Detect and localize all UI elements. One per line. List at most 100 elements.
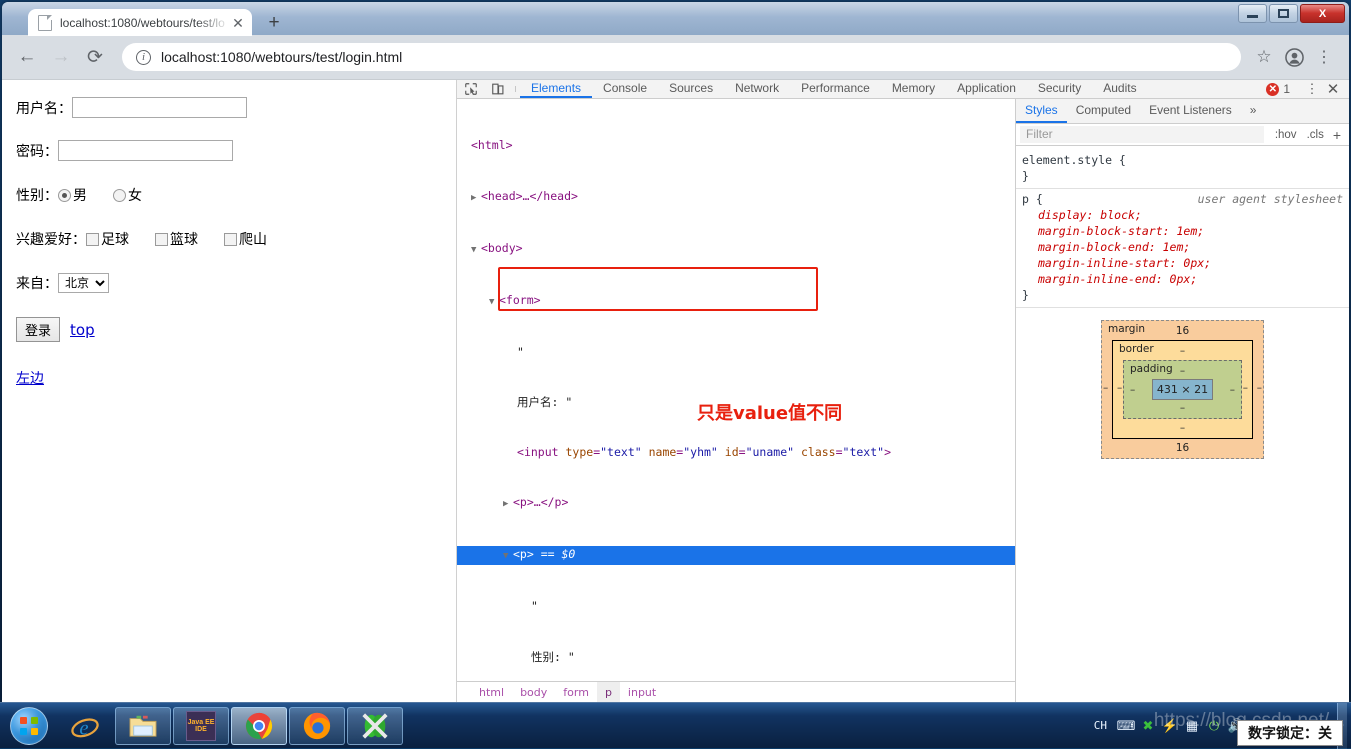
xmind-tray-icon[interactable]: ✖ [1137, 718, 1159, 734]
style-rule[interactable]: p { user agent stylesheet display: block… [1016, 189, 1349, 308]
dom-line[interactable]: ▼<body> [457, 240, 1015, 259]
bookmark-star-icon[interactable]: ☆ [1249, 42, 1279, 72]
network-tray-icon[interactable]: ▦ [1181, 718, 1203, 734]
devtools-tab-console[interactable]: Console [592, 80, 658, 98]
devtools-tab-memory[interactable]: Memory [881, 80, 946, 98]
start-button[interactable] [2, 705, 56, 747]
devtools-tab-performance[interactable]: Performance [790, 80, 881, 98]
styles-tab-event-listeners[interactable]: Event Listeners [1140, 99, 1241, 123]
styles-tab-computed[interactable]: Computed [1067, 99, 1140, 123]
style-declaration[interactable]: display: block; [1022, 207, 1343, 223]
box-model-border[interactable]: border – padding – – 431 × 21 [1112, 340, 1253, 439]
expand-triangle-icon[interactable]: ▶ [471, 190, 481, 207]
breadcrumb-item-body[interactable]: body [512, 682, 555, 703]
hobby-checkbox-climbing[interactable] [224, 233, 237, 246]
left-link[interactable]: 左边 [16, 368, 44, 388]
hobby-checkbox-football[interactable] [86, 233, 99, 246]
breadcrumb-item-html[interactable]: html [471, 682, 512, 703]
taskbar-item-xmind[interactable] [347, 707, 403, 745]
hobby-checkbox-basketball[interactable] [155, 233, 168, 246]
collapse-triangle-icon[interactable]: ▼ [489, 294, 499, 311]
forward-button[interactable]: → [46, 42, 76, 72]
devtools-tab-security[interactable]: Security [1027, 80, 1092, 98]
box-model-margin-bottom[interactable]: 16 [1108, 442, 1257, 454]
back-button[interactable]: ← [12, 42, 42, 72]
tab-close-icon[interactable]: ✕ [230, 15, 246, 31]
address-bar[interactable]: i localhost:1080/webtours/test/login.htm… [122, 43, 1241, 71]
box-model-content-size[interactable]: 431 × 21 [1152, 379, 1213, 400]
collapse-triangle-icon[interactable]: ▼ [471, 242, 481, 259]
thunder-tray-icon[interactable]: ⚡ [1159, 718, 1181, 734]
login-button[interactable]: 登录 [16, 317, 60, 342]
chrome-menu-icon[interactable]: ⋮ [1309, 42, 1339, 72]
taskbar-item-eclipse-javaee-ide[interactable]: Java EE IDE [173, 707, 229, 745]
dom-line[interactable]: ▶<p>…</p> [457, 494, 1015, 513]
dom-line[interactable]: 性别: " [457, 649, 1015, 666]
dom-line[interactable]: <input type="text" name="yhm" id="uname"… [457, 444, 1015, 461]
keyboard-icon[interactable]: ⌨ [1115, 718, 1137, 734]
box-model-margin-right[interactable]: – [1257, 382, 1262, 394]
style-rule-selector[interactable]: element.style { [1022, 152, 1126, 168]
styles-filter-input[interactable]: Filter [1020, 126, 1264, 143]
style-declaration[interactable]: margin-inline-end: 0px; [1022, 271, 1343, 287]
taskbar-item-firefox[interactable] [289, 707, 345, 745]
new-tab-button[interactable]: + [264, 14, 284, 34]
device-toolbar-icon[interactable] [484, 80, 511, 98]
profile-avatar-icon[interactable] [1279, 42, 1309, 72]
window-maximize-button[interactable] [1269, 4, 1298, 23]
box-model-padding-bottom[interactable]: – [1130, 402, 1235, 414]
devtools-tab-audits[interactable]: Audits [1092, 80, 1147, 98]
dom-line[interactable]: <html> [457, 137, 1015, 154]
window-close-button[interactable]: X [1300, 4, 1345, 23]
box-model-padding-right[interactable]: – [1230, 384, 1235, 396]
reload-button[interactable]: ⟳ [80, 42, 110, 72]
collapse-triangle-icon[interactable]: ▼ [503, 548, 513, 565]
ime-indicator[interactable]: CH [1086, 719, 1115, 732]
style-declaration[interactable]: margin-block-start: 1em; [1022, 223, 1343, 239]
from-select[interactable]: 北京 [58, 273, 109, 293]
box-model-border-right[interactable]: – [1243, 382, 1248, 394]
styles-tab-more-icon[interactable]: » [1241, 99, 1266, 123]
new-style-rule-button[interactable]: + [1329, 127, 1345, 143]
gender-radio-female[interactable] [113, 189, 126, 202]
dom-tree[interactable]: <html> ▶<head>…</head> ▼<body> ▼<form> "… [457, 99, 1015, 681]
devtools-tab-application[interactable]: Application [946, 80, 1027, 98]
devtools-tab-network[interactable]: Network [724, 80, 790, 98]
sync-tray-icon[interactable]: ⏻ [1203, 718, 1225, 734]
box-model-border-left[interactable]: – [1117, 382, 1122, 394]
devtools-tab-elements[interactable]: Elements [520, 80, 592, 98]
style-declaration[interactable]: margin-inline-start: 0px; [1022, 255, 1343, 271]
style-declaration[interactable]: margin-block-end: 1em; [1022, 239, 1343, 255]
browser-tab[interactable]: localhost:1080/webtours/test/lo ✕ [28, 9, 252, 36]
username-input[interactable] [72, 97, 247, 118]
box-model-margin[interactable]: margin 16 border – padding – [1101, 320, 1264, 459]
taskbar-item-internet-explorer[interactable]: e [57, 707, 113, 745]
box-model-margin-left[interactable]: – [1103, 382, 1108, 394]
expand-triangle-icon[interactable]: ▶ [503, 496, 513, 513]
top-link[interactable]: top [70, 321, 95, 339]
hov-toggle-button[interactable]: :hov [1270, 129, 1302, 141]
error-count-badge[interactable]: ✕ 1 [1266, 82, 1298, 96]
box-model-border-bottom[interactable]: – [1119, 422, 1246, 434]
devtools-more-icon[interactable]: ⋮ [1303, 81, 1321, 97]
dom-line-selected[interactable]: ⋯▼<p> == $0 [457, 546, 1015, 565]
dom-line[interactable]: ▼<form> [457, 292, 1015, 311]
breadcrumb-item-input[interactable]: input [620, 682, 664, 703]
password-input[interactable] [58, 140, 233, 161]
dom-line[interactable]: " [457, 344, 1015, 361]
taskbar-item-file-explorer[interactable] [115, 707, 171, 745]
devtools-close-icon[interactable]: ✕ [1321, 80, 1345, 98]
page-info-icon[interactable]: i [136, 50, 151, 65]
dom-line[interactable]: ▶<head>…</head> [457, 188, 1015, 207]
box-model-padding-left[interactable]: – [1130, 384, 1135, 396]
box-model-padding[interactable]: padding – – 431 × 21 – – [1123, 360, 1242, 419]
gender-radio-male[interactable] [58, 189, 71, 202]
breadcrumb-item-form[interactable]: form [555, 682, 597, 703]
taskbar-item-google-chrome[interactable] [231, 707, 287, 745]
devtools-tab-sources[interactable]: Sources [658, 80, 724, 98]
inspect-element-icon[interactable] [457, 80, 484, 98]
dom-line[interactable]: " [457, 598, 1015, 615]
style-rule[interactable]: element.style { } [1016, 150, 1349, 189]
style-rule-selector[interactable]: p { [1022, 191, 1043, 207]
cls-toggle-button[interactable]: .cls [1302, 129, 1329, 141]
